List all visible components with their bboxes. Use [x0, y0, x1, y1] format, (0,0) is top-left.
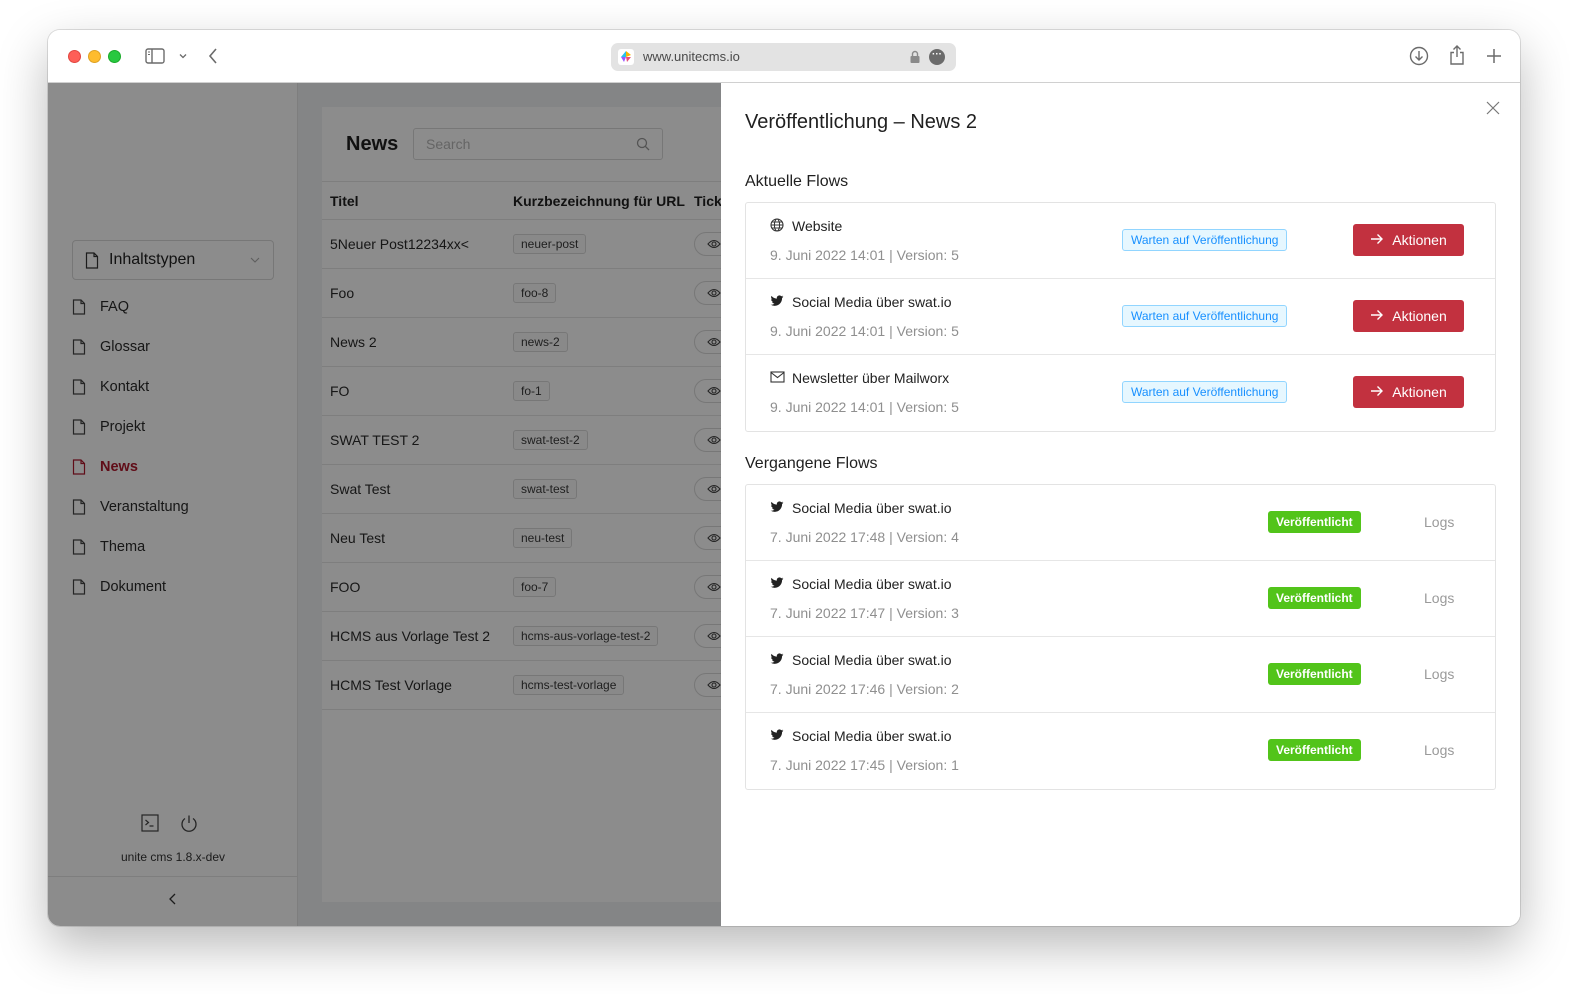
close-icon[interactable]: [1486, 101, 1500, 120]
flow-meta: 9. Juni 2022 14:01 | Version: 5: [770, 399, 959, 415]
flow-name: Newsletter über Mailworx: [792, 370, 950, 386]
logs-link[interactable]: Logs: [1424, 742, 1454, 758]
more-icon[interactable]: ···: [929, 49, 945, 65]
back-icon[interactable]: [206, 46, 220, 66]
status-badge: Veröffentlicht: [1268, 587, 1361, 609]
flow-name: Social Media über swat.io: [792, 576, 952, 592]
close-window-button[interactable]: [68, 50, 81, 63]
sidebar-toggle-icon[interactable]: [145, 47, 165, 65]
lock-icon: [909, 49, 921, 70]
actions-label: Aktionen: [1392, 232, 1447, 248]
current-flows-heading: Aktuelle Flows: [745, 173, 849, 190]
twitter-icon: [770, 294, 784, 308]
flow-name: Social Media über swat.io: [792, 500, 952, 516]
modal-backdrop[interactable]: [48, 83, 721, 926]
flow-item: Social Media über swat.io 7. Juni 2022 17…: [746, 713, 1495, 789]
arrow-right-icon: [1370, 308, 1384, 324]
zoom-window-button[interactable]: [108, 50, 121, 63]
flow-item: Social Media über swat.io 7. Juni 2022 17…: [746, 637, 1495, 713]
flow-item: Website 9. Juni 2022 14:01 | Version: 5 Wa…: [746, 203, 1495, 279]
actions-label: Aktionen: [1392, 384, 1447, 400]
status-badge: Veröffentlicht: [1268, 739, 1361, 761]
arrow-right-icon: [1370, 384, 1384, 400]
status-badge: Veröffentlicht: [1268, 663, 1361, 685]
flow-name: Social Media über swat.io: [792, 294, 952, 310]
download-icon[interactable]: [1409, 46, 1429, 66]
actions-button[interactable]: Aktionen: [1353, 224, 1464, 256]
flow-name: Website: [792, 218, 843, 234]
flow-item: Social Media über swat.io 7. Juni 2022 17…: [746, 561, 1495, 637]
share-icon[interactable]: [1448, 44, 1466, 66]
status-badge: Warten auf Veröffentlichung: [1122, 381, 1288, 403]
twitter-icon: [770, 576, 784, 590]
app-content: Inhaltstypen FAQ Glossar Kontakt Projekt New…: [48, 83, 1520, 926]
past-flows-list: Social Media über swat.io 7. Juni 2022 17…: [745, 484, 1496, 790]
flow-meta: 7. Juni 2022 17:46 | Version: 2: [770, 681, 959, 697]
status-badge: Veröffentlicht: [1268, 511, 1361, 533]
current-flows-list: Website 9. Juni 2022 14:01 | Version: 5 Wa…: [745, 202, 1496, 432]
globe-icon: [770, 218, 784, 232]
flow-meta: 7. Juni 2022 17:47 | Version: 3: [770, 605, 959, 621]
past-flows-heading: Vergangene Flows: [745, 455, 878, 472]
minimize-window-button[interactable]: [88, 50, 101, 63]
address-bar[interactable]: www.unitecms.io ···: [611, 43, 956, 71]
actions-label: Aktionen: [1392, 308, 1447, 324]
flow-item: Social Media über swat.io 7. Juni 2022 17…: [746, 485, 1495, 561]
twitter-icon: [770, 500, 784, 514]
flow-meta: 7. Juni 2022 17:45 | Version: 1: [770, 757, 959, 773]
actions-button[interactable]: Aktionen: [1353, 300, 1464, 332]
drawer-title: Veröffentlichung – News 2: [745, 111, 978, 133]
status-badge: Warten auf Veröffentlichung: [1122, 305, 1288, 327]
flow-name: Social Media über swat.io: [792, 652, 952, 668]
publishing-drawer: Veröffentlichung – News 2 Aktuelle Flows…: [721, 83, 1520, 926]
chevron-down-icon[interactable]: [177, 50, 189, 62]
flow-meta: 9. Juni 2022 14:01 | Version: 5: [770, 247, 959, 263]
logs-link[interactable]: Logs: [1424, 590, 1454, 606]
twitter-icon: [770, 652, 784, 666]
flow-meta: 9. Juni 2022 14:01 | Version: 5: [770, 323, 959, 339]
logs-link[interactable]: Logs: [1424, 514, 1454, 530]
logs-link[interactable]: Logs: [1424, 666, 1454, 682]
flow-name: Social Media über swat.io: [792, 728, 952, 744]
arrow-right-icon: [1370, 232, 1384, 248]
twitter-icon: [770, 728, 784, 742]
browser-window: www.unitecms.io ··· Inhaltstypen FAQ Glo…: [48, 30, 1520, 926]
status-badge: Warten auf Veröffentlichung: [1122, 229, 1288, 251]
flow-item: Newsletter über Mailworx 9. Juni 2022 14:…: [746, 355, 1495, 431]
flow-meta: 7. Juni 2022 17:48 | Version: 4: [770, 529, 959, 545]
new-tab-icon[interactable]: [1485, 47, 1503, 65]
flow-item: Social Media über swat.io 9. Juni 2022 14…: [746, 279, 1495, 355]
url-text: www.unitecms.io: [643, 49, 740, 64]
site-favicon: [618, 49, 634, 65]
browser-toolbar: www.unitecms.io ···: [48, 30, 1520, 83]
actions-button[interactable]: Aktionen: [1353, 376, 1464, 408]
mail-icon: [770, 370, 785, 384]
